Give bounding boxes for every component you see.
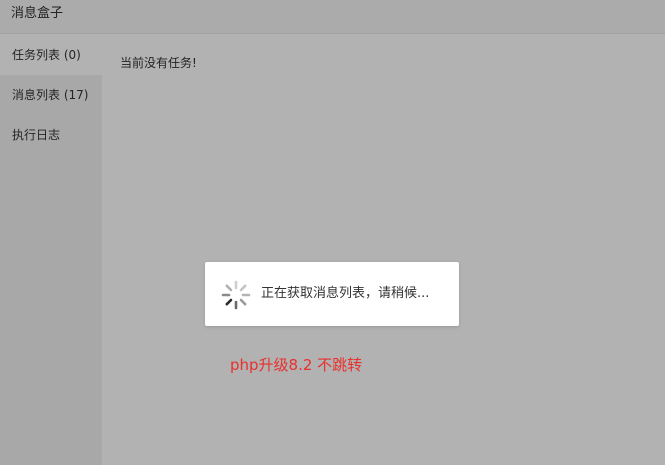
annotation-text: php升级8.2 不跳转	[230, 356, 363, 374]
main-content: 当前没有任务!	[102, 35, 665, 465]
sidebar: 任务列表 (0) 消息列表 (17) 执行日志	[0, 35, 102, 465]
window-header: 消息盒子	[0, 0, 665, 34]
sidebar-item-messages[interactable]: 消息列表 (17)	[0, 75, 102, 115]
loading-dialog: 正在获取消息列表，请稍候...	[205, 262, 459, 326]
spinner-icon	[221, 280, 251, 310]
loading-text: 正在获取消息列表，请稍候...	[261, 286, 430, 301]
sidebar-item-logs[interactable]: 执行日志	[0, 115, 102, 155]
empty-state-text: 当前没有任务!	[120, 56, 197, 70]
window-title: 消息盒子	[11, 6, 64, 21]
sidebar-item-tasks[interactable]: 任务列表 (0)	[0, 35, 102, 75]
